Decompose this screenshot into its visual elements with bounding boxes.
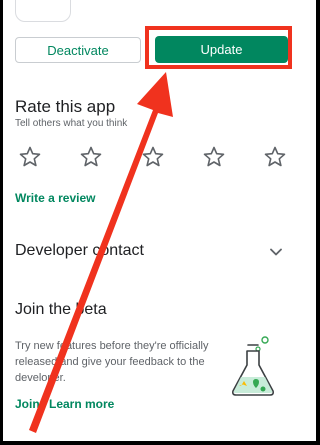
learn-more-link[interactable]: Learn more <box>49 397 114 411</box>
developer-contact-title[interactable]: Developer contact <box>15 242 144 260</box>
join-beta-description: Try new features before they're official… <box>15 340 209 384</box>
play-store-app-page: Deactivate Update Rate this app Tell oth… <box>3 0 316 441</box>
rating-stars <box>3 145 316 173</box>
update-highlight-box <box>145 26 292 69</box>
star-icon[interactable] <box>202 145 226 169</box>
chevron-down-icon[interactable] <box>268 244 284 260</box>
rate-app-subtitle: Tell others what you think <box>15 118 128 129</box>
rate-app-title: Rate this app <box>15 97 116 116</box>
star-icon[interactable] <box>141 145 165 169</box>
join-beta-title: Join the beta <box>15 301 107 318</box>
beaker-illustration-icon <box>232 336 274 396</box>
write-review-link[interactable]: Write a review <box>15 191 95 205</box>
top-chip <box>15 0 71 22</box>
star-icon[interactable] <box>79 145 103 169</box>
deactivate-button[interactable]: Deactivate <box>15 37 141 63</box>
join-beta-link[interactable]: Join <box>15 397 40 411</box>
star-icon[interactable] <box>18 145 42 169</box>
star-icon[interactable] <box>263 145 287 169</box>
